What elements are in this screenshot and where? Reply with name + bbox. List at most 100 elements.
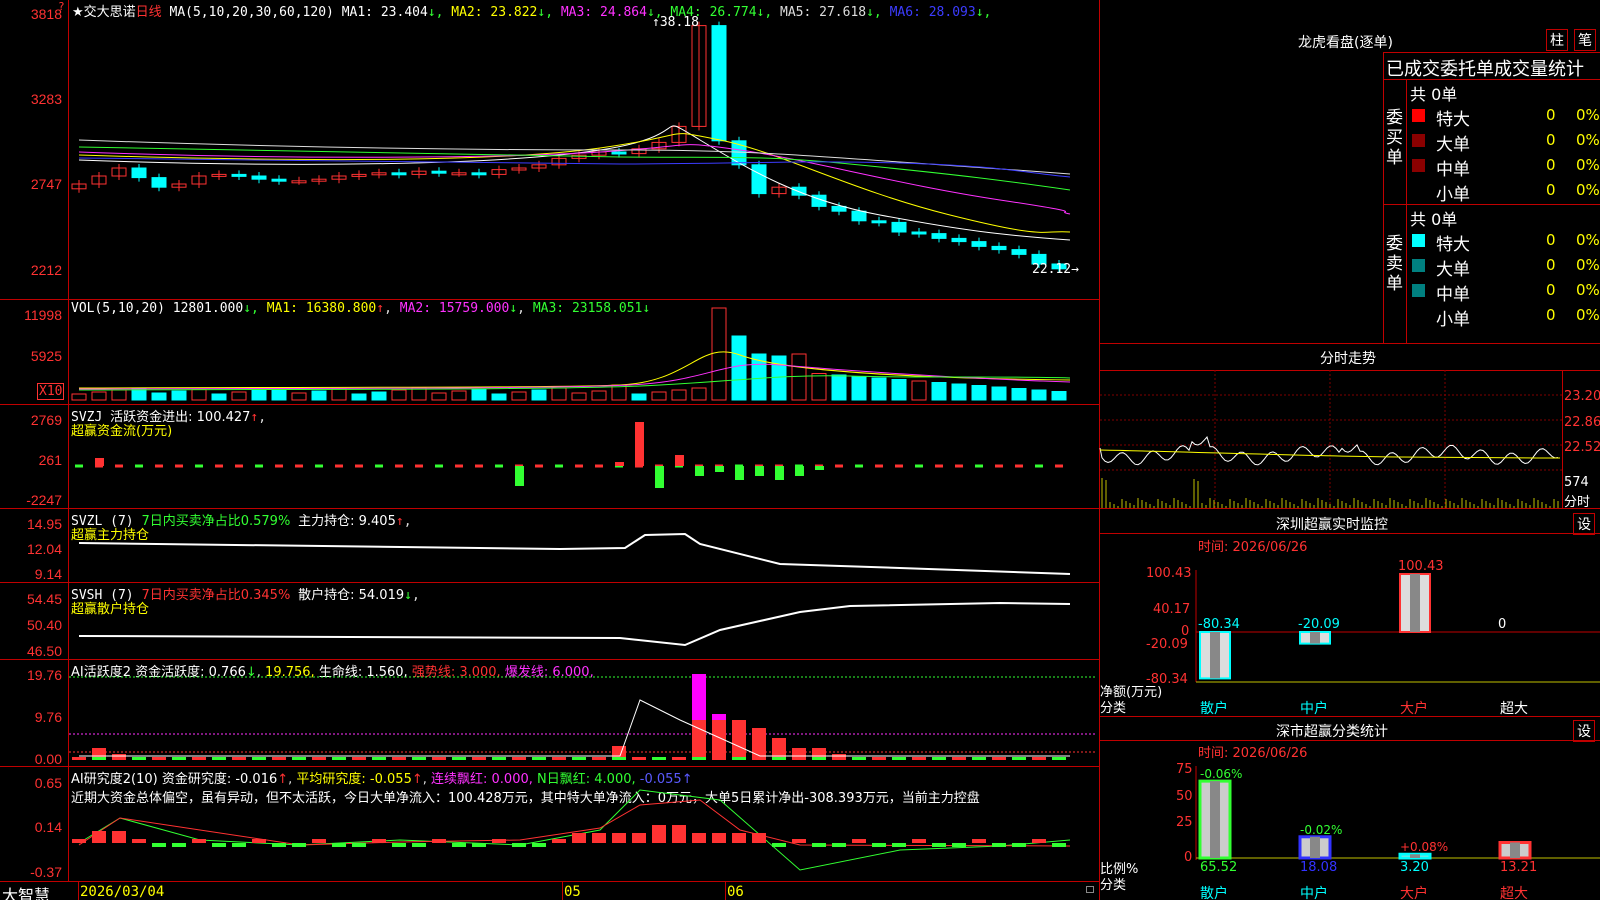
svzj-bar — [775, 466, 784, 480]
ai-active-base — [572, 757, 586, 760]
ai-research-bar — [732, 833, 746, 843]
ai-research-bar — [332, 843, 346, 847]
ai-active-base — [412, 757, 426, 760]
svzl-line — [78, 532, 1071, 575]
monitor-value-label: 100.43 — [1398, 559, 1444, 574]
svzj-bar — [615, 462, 624, 466]
sell-row-name: 小单 — [1436, 310, 1470, 330]
ai-active-bar — [732, 720, 746, 760]
ai-active-base — [72, 757, 86, 760]
sell-color-swatch — [1412, 234, 1425, 247]
ai-active-base — [832, 757, 846, 760]
ai-active-base — [752, 757, 766, 760]
buy-row-name: 特大 — [1436, 110, 1470, 130]
ai-active-base — [992, 757, 1006, 760]
class-bar-shade — [1210, 781, 1220, 858]
buy-row-name: 中单 — [1436, 160, 1470, 180]
ai-active-base — [112, 757, 126, 760]
ai-research-bar — [912, 839, 926, 843]
class-category: 超大 — [1500, 886, 1528, 900]
ai-active-base — [792, 757, 806, 760]
class-top-label: +0.08% — [1400, 840, 1449, 855]
ai-research-bar — [532, 843, 546, 847]
ai-active-base — [1012, 757, 1026, 760]
class-value-label: 3.20 — [1400, 860, 1429, 875]
ai-research-bar — [972, 839, 986, 843]
svzj-bar — [515, 466, 524, 486]
buy-row-name: 大单 — [1436, 135, 1470, 155]
class-bar-shade — [1510, 842, 1520, 858]
ai-research-bar — [472, 843, 486, 847]
ai-research-bar — [852, 839, 866, 843]
ai-active-base — [452, 757, 466, 760]
ai-research-bar — [932, 843, 946, 847]
date-label: 2026/03/04 — [80, 884, 165, 900]
ai-active-base — [152, 757, 166, 760]
svzj-bar — [715, 466, 724, 472]
ai-active-base — [772, 757, 786, 760]
class-chart[interactable] — [1100, 0, 1600, 900]
ai-research-bar — [872, 843, 886, 847]
ai-active-base — [1052, 757, 1066, 760]
class-category: 中户 — [1300, 886, 1328, 900]
ai-research-bar — [252, 839, 266, 843]
ai-research-bar — [492, 839, 506, 843]
ai-active-base — [492, 757, 506, 760]
svzj-bar — [795, 466, 804, 476]
ai-research-bar — [272, 843, 286, 847]
svzj-bar — [95, 458, 104, 466]
ai-active-base — [312, 757, 326, 760]
monitor-value-label: -80.34 — [1198, 617, 1240, 632]
ai-active-base — [972, 757, 986, 760]
ai-research-bar — [292, 843, 306, 847]
ai-active-base — [392, 757, 406, 760]
monitor-value-label: 0 — [1498, 617, 1507, 632]
ai-active-base — [852, 757, 866, 760]
class-y-tick: 25 — [1176, 815, 1193, 830]
ai-research-bar — [592, 833, 606, 843]
sell-row-count: 0 — [1546, 281, 1556, 299]
ai-active-bar — [712, 714, 726, 720]
ai-research-bar — [1032, 839, 1046, 843]
chart-area[interactable]: ★交大思诺日线 MA(5,10,20,30,60,120) MA1: 23.40… — [0, 0, 1100, 900]
ai-active-bar — [692, 674, 706, 720]
ai-active-base — [932, 757, 946, 760]
svzj-bar — [695, 466, 704, 476]
ai-research-bar — [232, 843, 246, 847]
ai-research-bar — [612, 833, 626, 843]
svzj-bar — [735, 466, 744, 480]
ai-active-bar — [772, 738, 786, 760]
sell-row-pct: 0% — [1576, 256, 1600, 274]
buy-row-count: 0 — [1546, 106, 1556, 124]
sell-row-name: 特大 — [1436, 235, 1470, 255]
ai-active-base — [172, 757, 186, 760]
indicator-charts[interactable] — [0, 0, 1100, 900]
svzj-bar — [655, 466, 664, 488]
ai-research-bar — [752, 833, 766, 843]
class-value-label: 18.08 — [1300, 860, 1338, 875]
sell-row-pct: 0% — [1576, 231, 1600, 249]
ai-research-bar — [712, 833, 726, 843]
lock-icon[interactable] — [1086, 886, 1094, 893]
buy-row-pct: 0% — [1576, 181, 1600, 199]
sell-row-name: 中单 — [1436, 285, 1470, 305]
ai-active-base — [212, 757, 226, 760]
ai-research-bar — [772, 843, 786, 847]
buy-row-pct: 0% — [1576, 131, 1600, 149]
buy-color-swatch — [1412, 159, 1425, 172]
ai-research-bar — [652, 825, 666, 843]
ai-active-base — [272, 757, 286, 760]
class-y-tick: 0 — [1184, 850, 1193, 865]
ai-research-bar — [192, 839, 206, 843]
ai-research-bar — [432, 839, 446, 843]
ai-research-bar — [72, 839, 86, 843]
buy-row-count: 0 — [1546, 131, 1556, 149]
ai-research-bar — [792, 839, 806, 843]
class-y-tick: 75 — [1176, 762, 1193, 777]
sell-row-pct: 0% — [1576, 306, 1600, 324]
ai-active-base — [512, 757, 526, 760]
ai-active-base — [952, 757, 966, 760]
ai-research-bar — [172, 843, 186, 847]
monitor-category: 大户 — [1400, 701, 1428, 717]
ai-active-base — [872, 757, 886, 760]
